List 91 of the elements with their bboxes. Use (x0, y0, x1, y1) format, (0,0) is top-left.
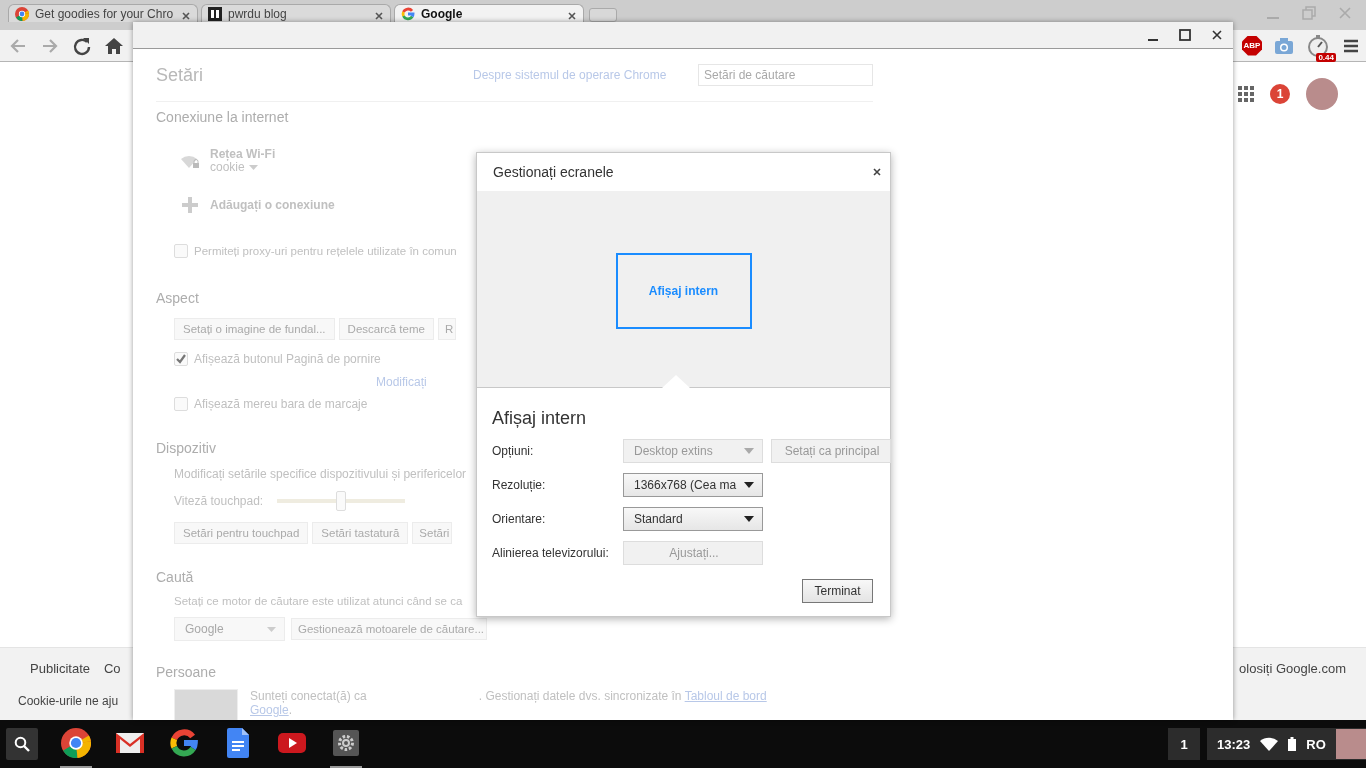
apps-grid-icon[interactable] (1238, 86, 1254, 102)
checkbox[interactable] (174, 352, 188, 366)
adblock-button[interactable]: ABP (1242, 35, 1262, 56)
input-method: RO (1306, 736, 1326, 752)
square-logo-icon (208, 7, 222, 21)
wifi-icon (1260, 737, 1279, 751)
settings-button[interactable]: Setări (412, 522, 453, 544)
cookie-notice: Cookie-urile ne aju (18, 694, 119, 708)
close-icon[interactable] (374, 11, 384, 21)
round-logo-icon (15, 7, 29, 21)
select-dropdown[interactable]: 1366x768 (Cea ma (623, 473, 763, 497)
play-icon (278, 733, 306, 753)
slider-thumb[interactable] (336, 491, 347, 511)
footer-link[interactable]: olosiți Google.com (1239, 660, 1346, 676)
caret-icon (267, 626, 276, 632)
section-heading: Dispozitiv (156, 440, 216, 458)
done-button[interactable]: Terminat (802, 579, 873, 603)
change-link[interactable]: Modificați (376, 375, 427, 389)
network-label: Rețea Wi-Fi (210, 148, 276, 161)
g-logo-icon (169, 728, 199, 758)
status-area[interactable]: 13:23 RO (1207, 728, 1366, 760)
section-description: Setați ce motor de căutare este utilizat atunci când se ca (174, 595, 463, 607)
caret-icon (744, 448, 754, 454)
network-selector[interactable]: cookie (210, 161, 276, 174)
field-label: Opțiuni: (492, 444, 535, 458)
pointer-notch (662, 375, 690, 388)
caret-icon (744, 516, 754, 522)
checkbox-label: Afișează butonul Pagină de pornire (194, 352, 381, 366)
notification-badge[interactable]: 1 (1270, 84, 1290, 104)
section-heading: Conexiune la internet (156, 109, 289, 127)
plus-icon (182, 197, 198, 213)
settings-button[interactable]: Descarcă teme (338, 318, 434, 340)
browser-tab[interactable]: pwrdu blog (201, 4, 391, 22)
field-label: Orientare: (492, 512, 547, 526)
checkbox[interactable] (174, 397, 188, 411)
close-icon[interactable] (1211, 29, 1223, 41)
sign-in-text: Sunteți conectat(ă) ca . Gestionați datele dvs. sincronizate în Tabloul de bord Google. (250, 689, 767, 717)
maximize-icon[interactable] (1179, 29, 1191, 41)
home-icon[interactable] (104, 35, 124, 56)
battery-icon (1288, 737, 1297, 751)
settings-button[interactable]: Setări tastatură (312, 522, 409, 544)
timer-badge: 0.44 (1316, 52, 1336, 62)
close-icon[interactable] (181, 11, 191, 21)
slider-label: Viteză touchpad: (174, 494, 264, 508)
display-rectangle[interactable]: Afișaj intern (615, 253, 752, 329)
search-engine-dropdown[interactable]: Google (174, 617, 285, 641)
menu-icon[interactable] (1344, 38, 1358, 53)
about-link[interactable]: Despre sistemul de operare Chrome (473, 68, 667, 82)
gear-icon (333, 730, 359, 756)
caret-icon (248, 165, 258, 170)
wifi-lock-icon (180, 153, 200, 169)
envelope-icon (115, 731, 145, 755)
g-logo-icon (401, 7, 415, 21)
search-icon (14, 736, 30, 752)
google-link[interactable]: Google (250, 703, 289, 717)
section-heading: Persoane (156, 664, 216, 681)
settings-button[interactable]: Setați o imagine de fundal... (174, 318, 335, 340)
dialog-title: Gestionați ecranele (493, 164, 614, 180)
field-label: Rezoluție: (492, 478, 547, 492)
checkbox[interactable] (174, 244, 188, 258)
browser-tab[interactable]: Google (394, 4, 584, 22)
avatar[interactable] (1306, 78, 1338, 110)
footer-link[interactable]: Publicitate (30, 660, 90, 676)
search-field[interactable]: Setări de căutare (698, 64, 873, 86)
checkbox-label: Permiteți proxy-uri pentru rețelele utilizate în comun (194, 245, 457, 257)
section-heading: Caută (156, 569, 194, 587)
close-icon[interactable] (567, 11, 577, 21)
footer-link[interactable]: Co (104, 660, 121, 676)
page-title: Setări (156, 64, 205, 86)
settings-button[interactable]: R (437, 318, 457, 340)
document-icon (227, 728, 249, 758)
check-icon (176, 354, 186, 364)
section-description: Modificați setările specifice dispozitivului și perifericelor (174, 467, 467, 481)
settings-button[interactable]: Setări pentru touchpad (174, 522, 309, 544)
display-heading: Afișaj intern (492, 408, 588, 429)
checkbox-label: Afișează mereu bara de marcaje (194, 397, 368, 411)
avatar (1336, 729, 1366, 759)
round-logo-icon (61, 728, 91, 758)
section-heading: Aspect (156, 290, 199, 308)
dashboard-link[interactable]: Tabloul de bord (684, 689, 767, 703)
clock-time: 13:23 (1217, 736, 1251, 752)
reload-icon[interactable] (72, 35, 92, 56)
close-icon[interactable] (872, 167, 882, 177)
select-dropdown[interactable]: Standard (623, 507, 763, 531)
field-label: Alinierea televizorului: (492, 546, 610, 560)
settings-button[interactable]: Gestionează motoarele de căutare... (291, 618, 488, 640)
browser-tab[interactable]: Get goodies for your Chro (8, 4, 198, 22)
add-connection-link[interactable]: Adăugați o conexiune (210, 198, 335, 212)
caret-icon (744, 482, 754, 488)
search-button[interactable] (6, 728, 38, 760)
notification-count[interactable]: 1 (1168, 728, 1200, 760)
